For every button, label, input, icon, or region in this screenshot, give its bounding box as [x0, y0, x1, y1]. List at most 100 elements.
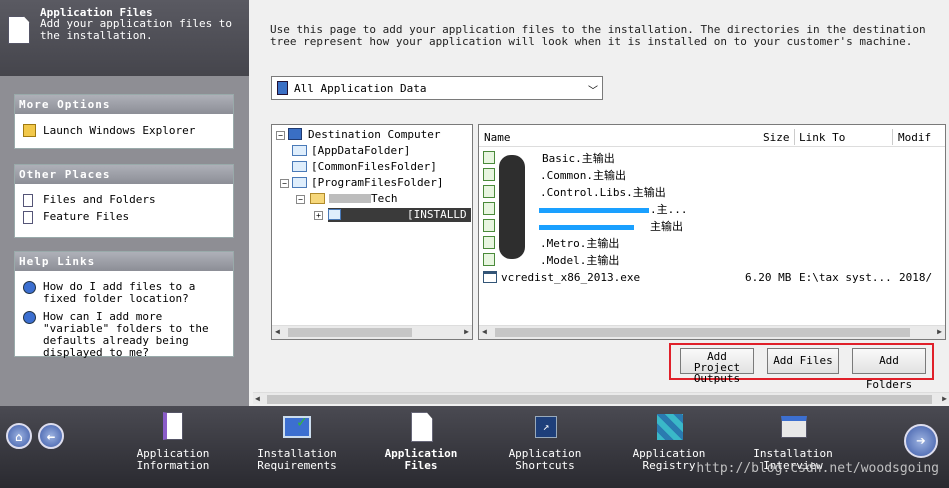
more-options-title: More Options [15, 95, 233, 114]
scroll-right-icon[interactable]: ▶ [464, 327, 469, 336]
column-header-link-to[interactable]: Link To [799, 131, 845, 144]
page-header: Application Files Add your application f… [0, 0, 249, 76]
more-options-box: More Options Launch Windows Explorer [14, 94, 234, 149]
shortcuts-icon: ↗ [531, 410, 559, 444]
computer-icon [277, 81, 288, 95]
filter-dropdown[interactable]: All Application Data ﹀ [271, 76, 603, 100]
files-and-folders-link[interactable]: Files and Folders [15, 194, 233, 207]
scroll-thumb[interactable] [495, 328, 910, 337]
tree-node-label: [CommonFilesFolder] [311, 160, 437, 173]
redacted-text [329, 194, 371, 203]
add-folders-button[interactable]: Add Folders [852, 348, 926, 391]
scroll-right-icon[interactable]: ▶ [942, 394, 947, 403]
scroll-thumb[interactable] [267, 395, 932, 404]
application-window-icon [483, 271, 497, 283]
scroll-left-icon[interactable]: ◀ [255, 394, 260, 403]
file-list[interactable]: Name Size Link To Modif Basic.主输出 .Commo… [478, 124, 946, 340]
app-info-icon [159, 410, 187, 444]
help-links-box: Help Links How do I add files to a fixed… [14, 251, 234, 359]
wizard-bar: ⌂ ← Application Information ✓ Installati… [0, 406, 949, 488]
registry-icon [655, 410, 683, 444]
column-divider [794, 129, 795, 145]
help-link-fixed-folder-label: How do I add files to a fixed folder loc… [43, 280, 196, 305]
help-link-variable-folders[interactable]: How can I add more "variable" folders to… [15, 311, 230, 359]
scroll-thumb[interactable] [288, 328, 412, 337]
project-output-icon [483, 236, 495, 249]
tree-node-programfilesfolder[interactable]: [ProgramFilesFolder] [292, 176, 443, 190]
back-button[interactable]: ← [38, 423, 64, 449]
file-row[interactable]: vcredist_x86_2013.exe 6.20 MB E:\tax sys… [483, 270, 943, 286]
scroll-right-icon[interactable]: ▶ [937, 327, 942, 336]
expand-icon[interactable]: + [314, 211, 323, 220]
file-name: Basic.主输出 [542, 152, 615, 165]
column-header-name[interactable]: Name [484, 131, 511, 144]
file-name: .Control.Libs.主输出 [540, 186, 666, 199]
chevron-down-icon[interactable]: ﹀ [588, 82, 598, 97]
collapse-icon[interactable]: − [296, 195, 305, 204]
step-label: Installation Requirements [257, 447, 337, 472]
project-output-icon [483, 185, 495, 198]
step-installation-requirements[interactable]: ✓ Installation Requirements [242, 406, 352, 472]
tree-node-destination-computer[interactable]: Destination Computer [288, 128, 440, 142]
scroll-left-icon[interactable]: ◀ [482, 327, 487, 336]
column-header-size[interactable]: Size [763, 131, 790, 144]
application-files-icon [8, 16, 30, 44]
collapse-icon[interactable]: − [280, 179, 289, 188]
file-name: .Common.主输出 [540, 169, 626, 182]
computer-icon [288, 128, 302, 140]
project-output-icon [483, 253, 495, 266]
tree-node-label: [INSTALLD [407, 208, 467, 221]
step-application-shortcuts[interactable]: ↗ Application Shortcuts [490, 406, 600, 472]
feature-files-link[interactable]: Feature Files [15, 210, 233, 224]
folder-icon [292, 177, 307, 188]
tree-node-appdatafolder[interactable]: [AppDataFolder] [292, 144, 410, 158]
next-button[interactable]: ➔ [904, 424, 938, 458]
tree-node-label: [ProgramFilesFolder] [311, 176, 444, 189]
launch-explorer-link[interactable]: Launch Windows Explorer [15, 124, 233, 137]
page-subtitle: Add your application files to the instal… [40, 17, 233, 42]
file-name: .Metro.主输出 [540, 237, 620, 250]
tree-node-tech[interactable]: Tech [310, 192, 398, 206]
step-label: Application Files [384, 447, 458, 472]
help-icon [23, 281, 36, 294]
requirements-icon: ✓ [283, 410, 311, 444]
installdir-icon [328, 209, 341, 220]
destination-tree[interactable]: − Destination Computer [AppDataFolder] [… [271, 124, 473, 340]
add-files-button[interactable]: Add Files [767, 348, 839, 374]
scroll-left-icon[interactable]: ◀ [275, 327, 280, 336]
help-link-fixed-folder[interactable]: How do I add files to a fixed folder loc… [15, 281, 230, 305]
file-name: .主... [650, 203, 688, 216]
file-modified: 2018/ [899, 271, 933, 284]
help-icon [23, 311, 36, 324]
app-files-icon [407, 410, 435, 444]
column-divider [892, 129, 893, 145]
file-name: vcredist_x86_2013.exe [501, 271, 641, 284]
main-horizontal-scrollbar[interactable]: ◀ ▶ [253, 392, 949, 404]
add-project-outputs-button[interactable]: Add Project Outputs [680, 348, 754, 384]
redaction-mark [499, 155, 525, 259]
tree-node-label: Destination Computer [308, 128, 441, 141]
page-description: Use this page to add your application fi… [270, 23, 926, 48]
other-places-box: Other Places Files and Folders Feature F… [14, 164, 234, 238]
help-links-title: Help Links [15, 252, 233, 271]
step-label: Application Information [136, 447, 210, 472]
tree-node-installdir[interactable]: [INSTALLD [328, 208, 471, 222]
tree-node-commonfilesfolder[interactable]: [CommonFilesFolder] [292, 160, 437, 174]
file-name: .Model.主输出 [540, 254, 620, 267]
feature-files-label: Feature Files [43, 210, 130, 223]
column-header-modified[interactable]: Modif [898, 131, 931, 144]
file-list-header [479, 125, 945, 147]
step-application-information[interactable]: Application Information [118, 406, 228, 472]
project-output-icon [483, 202, 495, 215]
interview-icon [779, 410, 807, 444]
launch-explorer-label: Launch Windows Explorer [43, 124, 196, 137]
tree-horizontal-scrollbar[interactable]: ◀ ▶ [272, 325, 472, 339]
step-application-files[interactable]: Application Files [366, 406, 476, 472]
step-label: Application Shortcuts [508, 447, 582, 472]
file-name: 主输出 [650, 220, 683, 233]
redaction-mark [539, 225, 634, 230]
file-size: 6.20 MB [745, 271, 792, 284]
files-horizontal-scrollbar[interactable]: ◀ ▶ [479, 325, 945, 339]
home-icon[interactable]: ⌂ [6, 423, 32, 449]
collapse-icon[interactable]: − [276, 131, 285, 140]
